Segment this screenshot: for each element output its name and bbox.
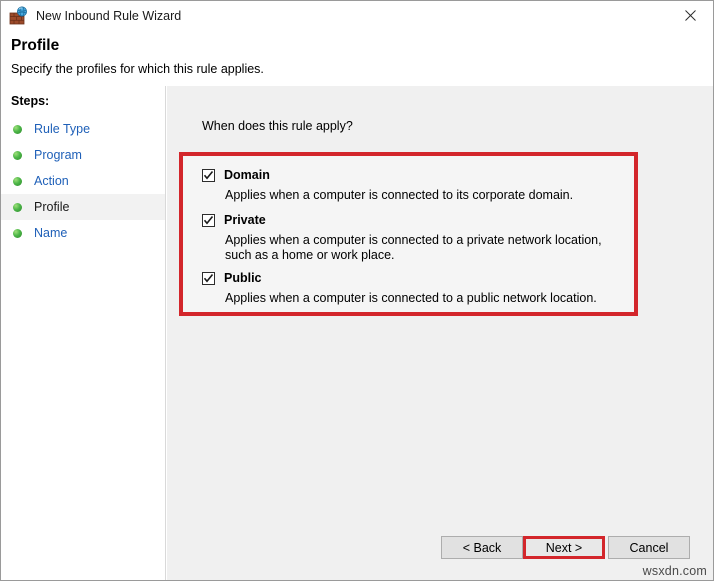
checkbox-label-domain: Domain: [224, 168, 270, 182]
sidebar-item-profile[interactable]: Profile: [1, 194, 165, 220]
sidebar-item-label: Profile: [34, 200, 69, 214]
checkbox-domain[interactable]: [202, 169, 215, 182]
footer-bar: < Back Next > Cancel: [167, 525, 713, 580]
checkbox-row-public[interactable]: Public: [202, 271, 262, 285]
profile-options-highlight-box: Domain Applies when a computer is connec…: [179, 152, 638, 316]
sidebar-item-name[interactable]: Name: [1, 220, 165, 246]
checkbox-description-private: Applies when a computer is connected to …: [225, 233, 628, 263]
question-label: When does this rule apply?: [202, 119, 353, 133]
steps-heading: Steps:: [11, 94, 49, 108]
back-button[interactable]: < Back: [441, 536, 523, 559]
sidebar-item-action[interactable]: Action: [1, 168, 165, 194]
step-bullet-icon: [13, 203, 22, 212]
steps-sidebar: Steps: Rule Type Program Action Profile …: [1, 86, 166, 580]
sidebar-item-label: Action: [34, 174, 69, 188]
close-icon[interactable]: [668, 1, 713, 30]
checkbox-description-domain: Applies when a computer is connected to …: [225, 188, 625, 203]
step-bullet-icon: [13, 229, 22, 238]
steps-list: Rule Type Program Action Profile Name: [1, 116, 165, 246]
checkbox-label-private: Private: [224, 213, 266, 227]
step-bullet-icon: [13, 177, 22, 186]
sidebar-item-label: Name: [34, 226, 67, 240]
profile-options-panel: Domain Applies when a computer is connec…: [183, 156, 634, 312]
sidebar-item-program[interactable]: Program: [1, 142, 165, 168]
checkbox-row-domain[interactable]: Domain: [202, 168, 270, 182]
checkbox-private[interactable]: [202, 214, 215, 227]
firewall-globe-icon: [9, 6, 29, 26]
checkbox-description-public: Applies when a computer is connected to …: [225, 291, 625, 306]
main-content: When does this rule apply? Domain Applie…: [167, 86, 713, 580]
sidebar-item-label: Rule Type: [34, 122, 90, 136]
next-button[interactable]: Next >: [523, 536, 605, 559]
window-title: New Inbound Rule Wizard: [36, 9, 181, 23]
page-subtitle: Specify the profiles for which this rule…: [11, 62, 264, 76]
sidebar-item-rule-type[interactable]: Rule Type: [1, 116, 165, 142]
cancel-button[interactable]: Cancel: [608, 536, 690, 559]
step-bullet-icon: [13, 125, 22, 134]
page-header: Profile Specify the profiles for which t…: [1, 31, 713, 86]
step-bullet-icon: [13, 151, 22, 160]
checkbox-label-public: Public: [224, 271, 262, 285]
new-inbound-rule-wizard-window: New Inbound Rule Wizard Profile Specify …: [0, 0, 714, 581]
checkbox-public[interactable]: [202, 272, 215, 285]
watermark-text: wsxdn.com: [643, 564, 707, 578]
title-bar: New Inbound Rule Wizard: [1, 1, 713, 31]
checkbox-row-private[interactable]: Private: [202, 213, 266, 227]
sidebar-item-label: Program: [34, 148, 82, 162]
page-title: Profile: [11, 37, 59, 55]
